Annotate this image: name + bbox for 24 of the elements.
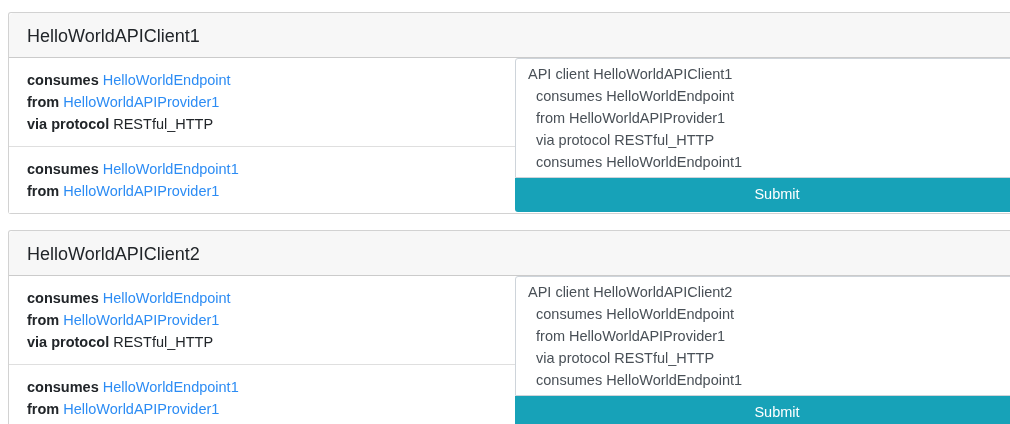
card-title: HelloWorldAPIClient2 [9,231,1010,276]
card-title: HelloWorldAPIClient1 [9,13,1010,58]
relation-link[interactable]: HelloWorldEndpoint1 [102,379,239,395]
relation-line: from HelloWorldAPIProvider1 [27,93,221,112]
relation-link[interactable]: HelloWorldAPIProvider1 [63,401,220,417]
relation-link[interactable]: HelloWorldAPIProvider1 [63,183,220,199]
relation-line: consumes HelloWorldEndpoint1 [27,160,240,179]
relation-line: consumes HelloWorldEndpoint [27,71,232,90]
relation-line: consumes HelloWorldEndpoint [27,289,232,308]
code-editor[interactable]: API client HelloWorldAPIClient1 consumes HelloWorldEndpoint from HelloWorldAPIProvider1 via protocol RESTful_HTTP consumes HelloWorldEndpoint1 [515,58,1010,178]
relation-link[interactable]: HelloWorldAPIProvider1 [63,312,220,328]
relation-line: from HelloWorldAPIProvider1 [27,182,221,201]
code-editor[interactable]: API client HelloWorldAPIClient2 consumes HelloWorldEndpoint from HelloWorldAPIProvider1 via protocol RESTful_HTTP consumes HelloWorldEndpoint1 [515,276,1010,396]
relation-link[interactable]: HelloWorldEndpoint [102,290,231,306]
relation-line: consumes HelloWorldEndpoint1 [27,378,240,397]
relation-line: via protocol RESTful_HTTP [27,333,215,352]
relation-link[interactable]: HelloWorldEndpoint1 [102,161,239,177]
relation-line: from HelloWorldAPIProvider1 [27,400,221,419]
relation-line: from HelloWorldAPIProvider1 [27,311,221,330]
relation-link[interactable]: HelloWorldEndpoint [102,72,231,88]
submit-button[interactable]: Submit [515,178,1010,212]
relation-line: via protocol RESTful_HTTP [27,115,215,134]
relation-link[interactable]: HelloWorldAPIProvider1 [63,94,220,110]
submit-button[interactable]: Submit [515,396,1010,424]
